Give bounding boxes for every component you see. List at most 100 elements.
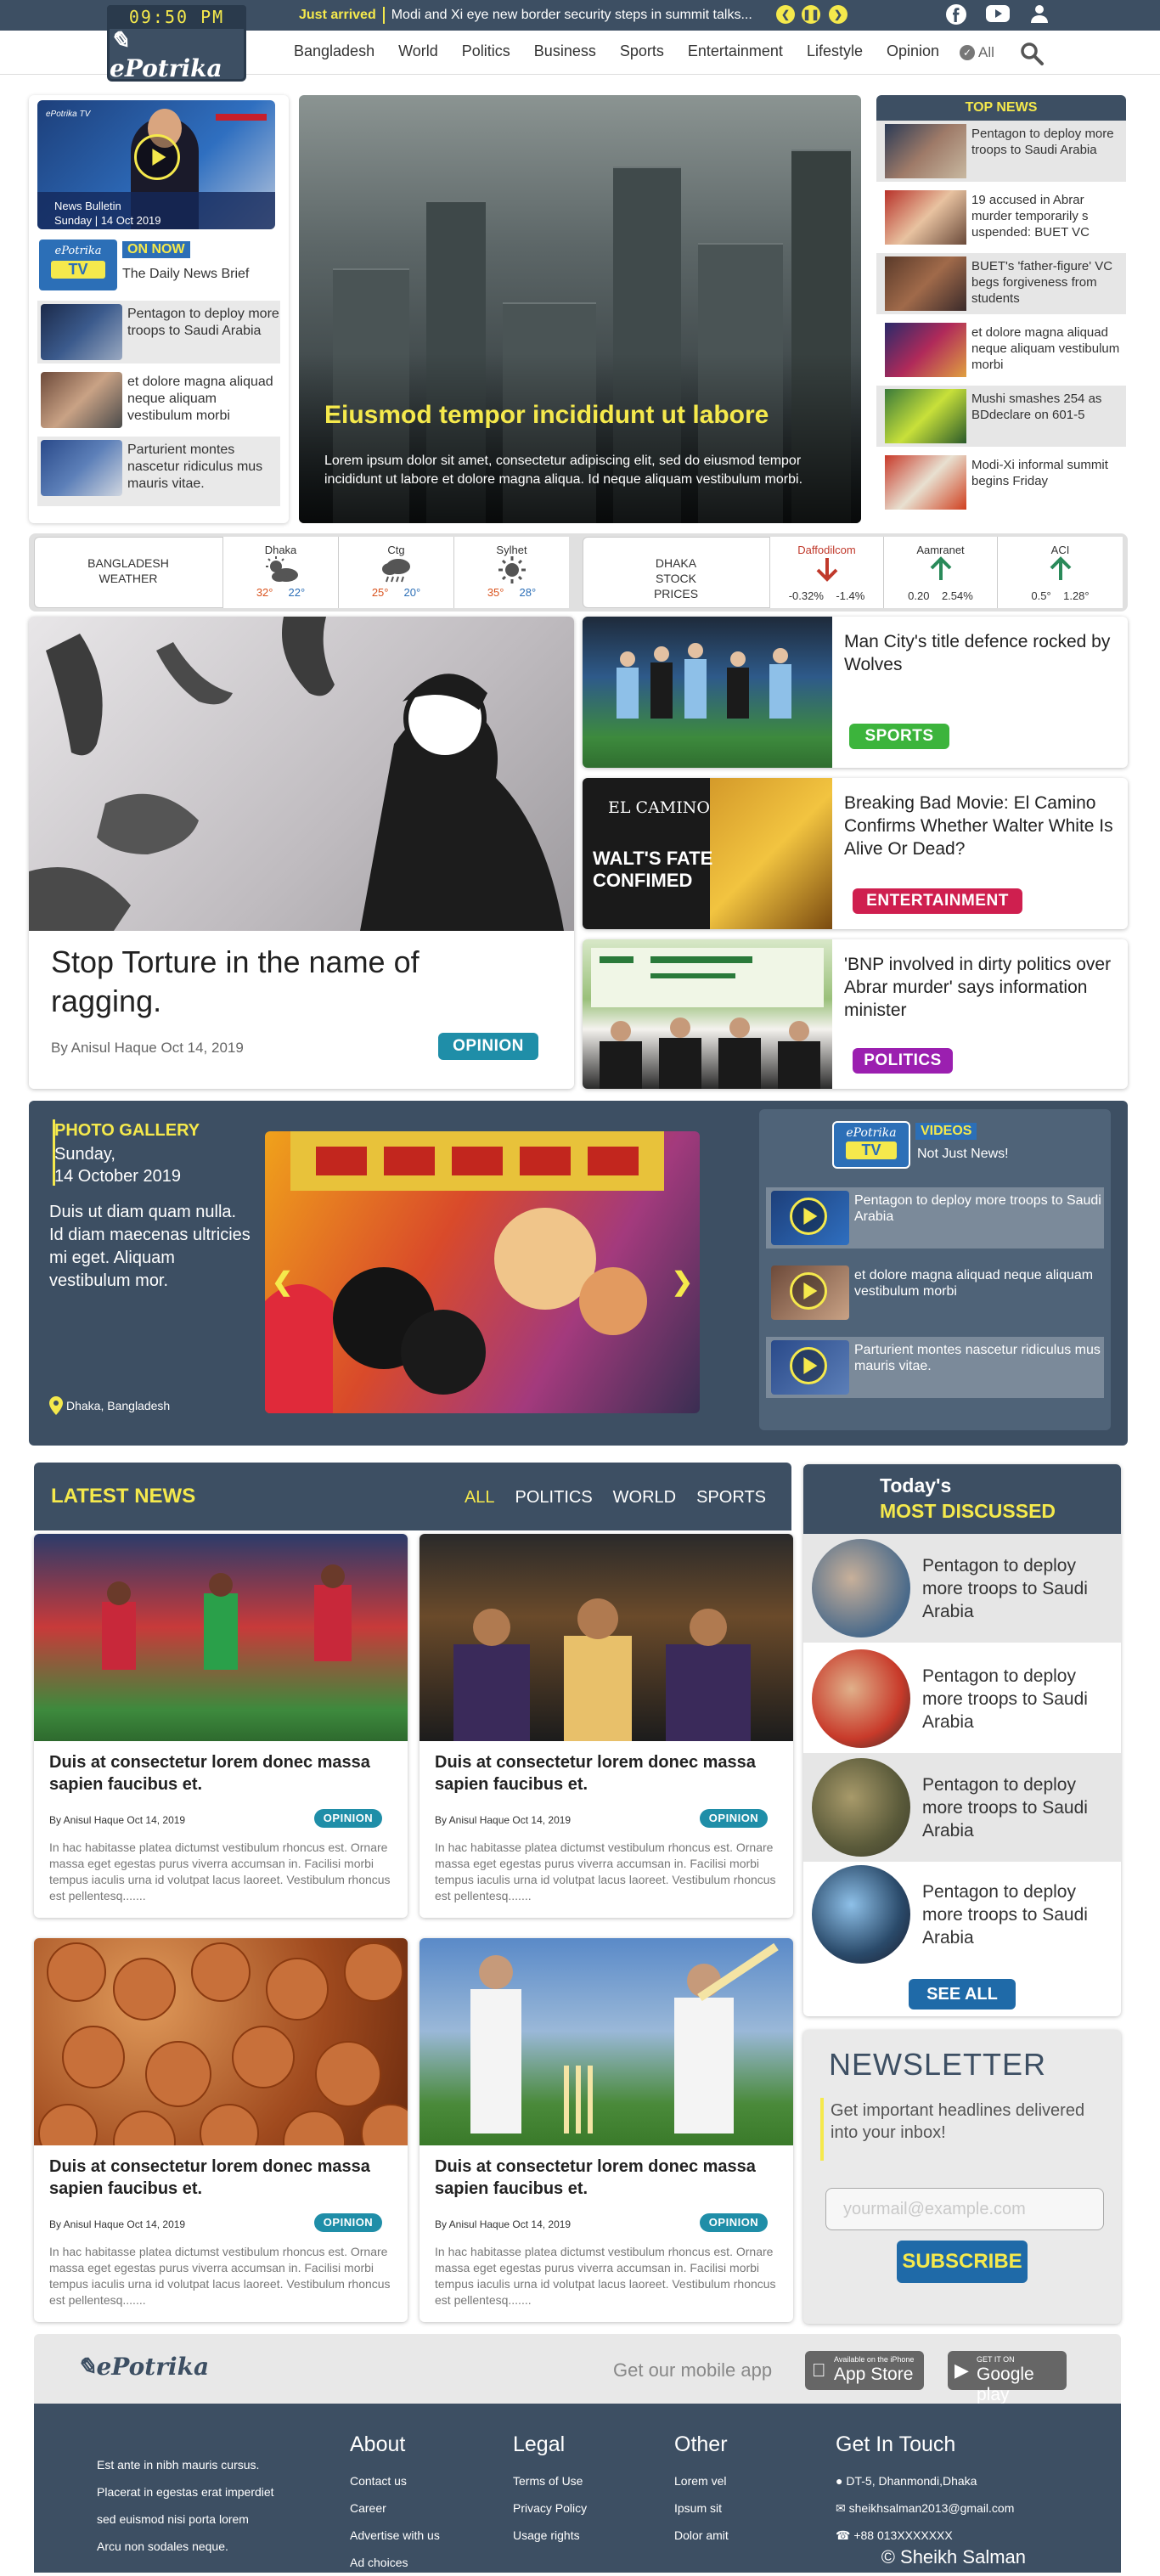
gallery-prev-icon[interactable]: ❮ — [272, 1267, 293, 1297]
weather-city-sylhet[interactable]: Sylhet 35° 28° — [453, 537, 569, 608]
stock-aci[interactable]: ACI 0.5° 1.28° — [997, 537, 1123, 608]
most-discussed-item[interactable]: Pentagon to deploy more troops to Saudi … — [803, 1534, 1121, 1643]
top-news-item[interactable]: Mushi smashes 254 as BDdeclare on 601-5 — [876, 386, 1126, 447]
opinion-tag[interactable]: OPINION — [700, 1809, 768, 1828]
stock-daffodilcom[interactable]: Daffodilcom -0.32% -1.4% — [769, 537, 883, 608]
footer-phone[interactable]: ☎ +88 013XXXXXXX — [836, 2522, 1014, 2549]
nav-item-opinion[interactable]: Opinion — [887, 42, 939, 60]
tv-logo-badge[interactable]: ePotrika TV — [39, 240, 117, 290]
gallery-next-icon[interactable]: ❯ — [672, 1267, 693, 1297]
tab-politics[interactable]: POLITICS — [515, 1488, 593, 1508]
video-item[interactable]: et dolore magna aliquad neque aliquam ve… — [766, 1262, 1104, 1323]
top-news-item[interactable]: Modi-Xi informal summit begins Friday — [876, 452, 1126, 520]
ticker-prev-icon[interactable]: ❮ — [776, 5, 795, 24]
side-card-entertainment[interactable]: EL CAMINO WALT'S FATE CONFIMED Breaking B… — [583, 778, 1128, 929]
footer-link-usage[interactable]: Usage rights — [513, 2522, 587, 2549]
nav-item-world[interactable]: World — [398, 42, 438, 60]
feature-title[interactable]: Stop Torture in the name of ragging. — [51, 943, 527, 1021]
opinion-tag[interactable]: OPINION — [700, 2213, 768, 2232]
nav-item-entertainment[interactable]: Entertainment — [688, 42, 783, 60]
side-card-image — [583, 617, 832, 768]
hero-title[interactable]: Eiusmod tempor incididunt ut labore — [324, 401, 769, 430]
latest-news-card[interactable]: Duis at consectetur lorem donec massa sa… — [420, 1534, 793, 1918]
subscribe-button[interactable]: SUBSCRIBE — [897, 2241, 1028, 2283]
footer-link-privacy[interactable]: Privacy Policy — [513, 2494, 587, 2522]
entertainment-tag[interactable]: ENTERTAINMENT — [853, 888, 1022, 914]
play-icon[interactable] — [134, 134, 180, 180]
most-discussed-item[interactable]: Pentagon to deploy more troops to Saudi … — [803, 1644, 1121, 1753]
play-icon[interactable] — [790, 1198, 827, 1235]
feature-story[interactable]: Stop Torture in the name of ragging. By … — [29, 617, 574, 1089]
latest-news-card[interactable]: Duis at consectetur lorem donec massa sa… — [34, 1534, 408, 1918]
card-title[interactable]: Duis at consectetur lorem donec massa sa… — [49, 2156, 389, 2200]
footer-link-contact[interactable]: Contact us — [350, 2467, 440, 2494]
footer-link-other[interactable]: Ipsum sit — [674, 2494, 729, 2522]
nav-item-lifestyle[interactable]: Lifestyle — [807, 42, 863, 60]
tv-show-title[interactable]: The Daily News Brief — [122, 267, 249, 282]
stock-label-cell: DHAKA STOCK PRICES — [583, 537, 769, 608]
app-store-button[interactable]:  Available on the iPhone App Store — [805, 2351, 924, 2390]
opinion-tag[interactable]: OPINION — [314, 1809, 382, 1828]
opinion-tag[interactable]: OPINION — [438, 1033, 538, 1060]
search-icon[interactable] — [1019, 41, 1045, 66]
tv-thumbnail[interactable]: News Bulletin Sunday | 14 Oct 2019 ePotr… — [37, 100, 275, 229]
nav-item-bangladesh[interactable]: Bangladesh — [294, 42, 374, 60]
left-story[interactable]: Pentagon to deploy more troops to Saudi … — [37, 301, 280, 364]
tab-world[interactable]: WORLD — [613, 1488, 676, 1508]
stock-aamranet[interactable]: Aamranet 0.20 2.54% — [883, 537, 997, 608]
left-story[interactable]: Parturient montes nascetur ridiculus mus… — [37, 437, 280, 506]
weather-city-ctg[interactable]: Ctg 25° 20° — [338, 537, 453, 608]
latest-news-card[interactable]: Duis at consectetur lorem donec massa sa… — [420, 1938, 793, 2322]
politics-tag[interactable]: POLITICS — [853, 1048, 953, 1074]
play-icon[interactable] — [790, 1347, 827, 1384]
side-card-sports[interactable]: Man City's title defence rocked by Wolve… — [583, 617, 1128, 768]
nav-all-toggle[interactable]: ✓ All — [960, 44, 994, 61]
most-discussed-item[interactable]: Pentagon to deploy more troops to Saudi … — [803, 1860, 1121, 1969]
video-item[interactable]: Pentagon to deploy more troops to Saudi … — [766, 1187, 1104, 1249]
weather-city-dhaka[interactable]: Dhaka 32° 22° — [222, 537, 338, 608]
site-logo[interactable]: ✎ePotrika — [107, 26, 246, 82]
card-title[interactable]: Duis at consectetur lorem donec massa sa… — [435, 1751, 774, 1795]
footer-link-career[interactable]: Career — [350, 2494, 440, 2522]
gallery-image[interactable]: ❮ ❯ — [265, 1131, 700, 1413]
ticker-next-icon[interactable]: ❯ — [829, 5, 847, 24]
user-icon[interactable] — [1028, 3, 1051, 27]
nav-item-politics[interactable]: Politics — [462, 42, 510, 60]
footer-link-advertise[interactable]: Advertise with us — [350, 2522, 440, 2549]
news-ticker[interactable]: Just arrived Modi and Xi eye new border … — [299, 5, 752, 25]
card-title[interactable]: Duis at consectetur lorem donec massa sa… — [49, 1751, 389, 1795]
see-all-button[interactable]: SEE ALL — [909, 1979, 1016, 2010]
play-icon[interactable] — [790, 1272, 827, 1310]
footer-logo[interactable]: ✎ePotrika — [76, 2353, 209, 2381]
newsletter-email-input[interactable] — [825, 2188, 1104, 2230]
tab-all[interactable]: ALL — [465, 1488, 495, 1508]
ticker-pause-icon[interactable]: ❚❚ — [802, 5, 820, 24]
facebook-icon[interactable] — [944, 3, 968, 27]
footer-link-other[interactable]: Lorem vel — [674, 2467, 729, 2494]
ticker-text[interactable]: Modi and Xi eye new border security step… — [391, 8, 752, 23]
most-discussed-item[interactable]: Pentagon to deploy more troops to Saudi … — [803, 1753, 1121, 1862]
top-news-item[interactable]: Pentagon to deploy more troops to Saudi … — [876, 121, 1126, 182]
nav-item-business[interactable]: Business — [534, 42, 596, 60]
top-news-item[interactable]: et dolore magna aliquad neque aliquam ve… — [876, 319, 1126, 380]
hero-story[interactable]: Eiusmod tempor incididunt ut labore Lore… — [299, 95, 861, 523]
latest-news-card[interactable]: Duis at consectetur lorem donec massa sa… — [34, 1938, 408, 2322]
youtube-icon[interactable] — [985, 3, 1010, 27]
side-card-politics[interactable]: 'BNP involved in dirty politics over Abr… — [583, 939, 1128, 1089]
google-play-button[interactable]: ▶ GET IT ON Google play — [948, 2351, 1067, 2404]
footer-email[interactable]: ✉ sheikhsalman2013@gmail.com — [836, 2494, 1014, 2522]
tab-sports[interactable]: SPORTS — [696, 1488, 766, 1508]
sports-tag[interactable]: SPORTS — [849, 724, 949, 749]
card-title[interactable]: Duis at consectetur lorem donec massa sa… — [435, 2156, 774, 2200]
left-story[interactable]: et dolore magna aliquad neque aliquam ve… — [37, 369, 280, 431]
videos-tv-logo[interactable]: ePotrika TV — [832, 1121, 910, 1169]
top-news-item[interactable]: BUET's 'father-figure' VC begs forgivene… — [876, 253, 1126, 314]
top-news-title: Mushi smashes 254 as BDdeclare on 601-5 — [971, 392, 1102, 422]
nav-item-sports[interactable]: Sports — [620, 42, 664, 60]
footer-link-adchoices[interactable]: Ad choices — [350, 2549, 440, 2576]
video-item[interactable]: Parturient montes nascetur ridiculus mus… — [766, 1337, 1104, 1398]
footer-link-terms[interactable]: Terms of Use — [513, 2467, 587, 2494]
opinion-tag[interactable]: OPINION — [314, 2213, 382, 2232]
top-news-item[interactable]: 19 accused in Abrar murder temporarily s… — [876, 187, 1126, 248]
footer-link-other[interactable]: Dolor amit — [674, 2522, 729, 2549]
